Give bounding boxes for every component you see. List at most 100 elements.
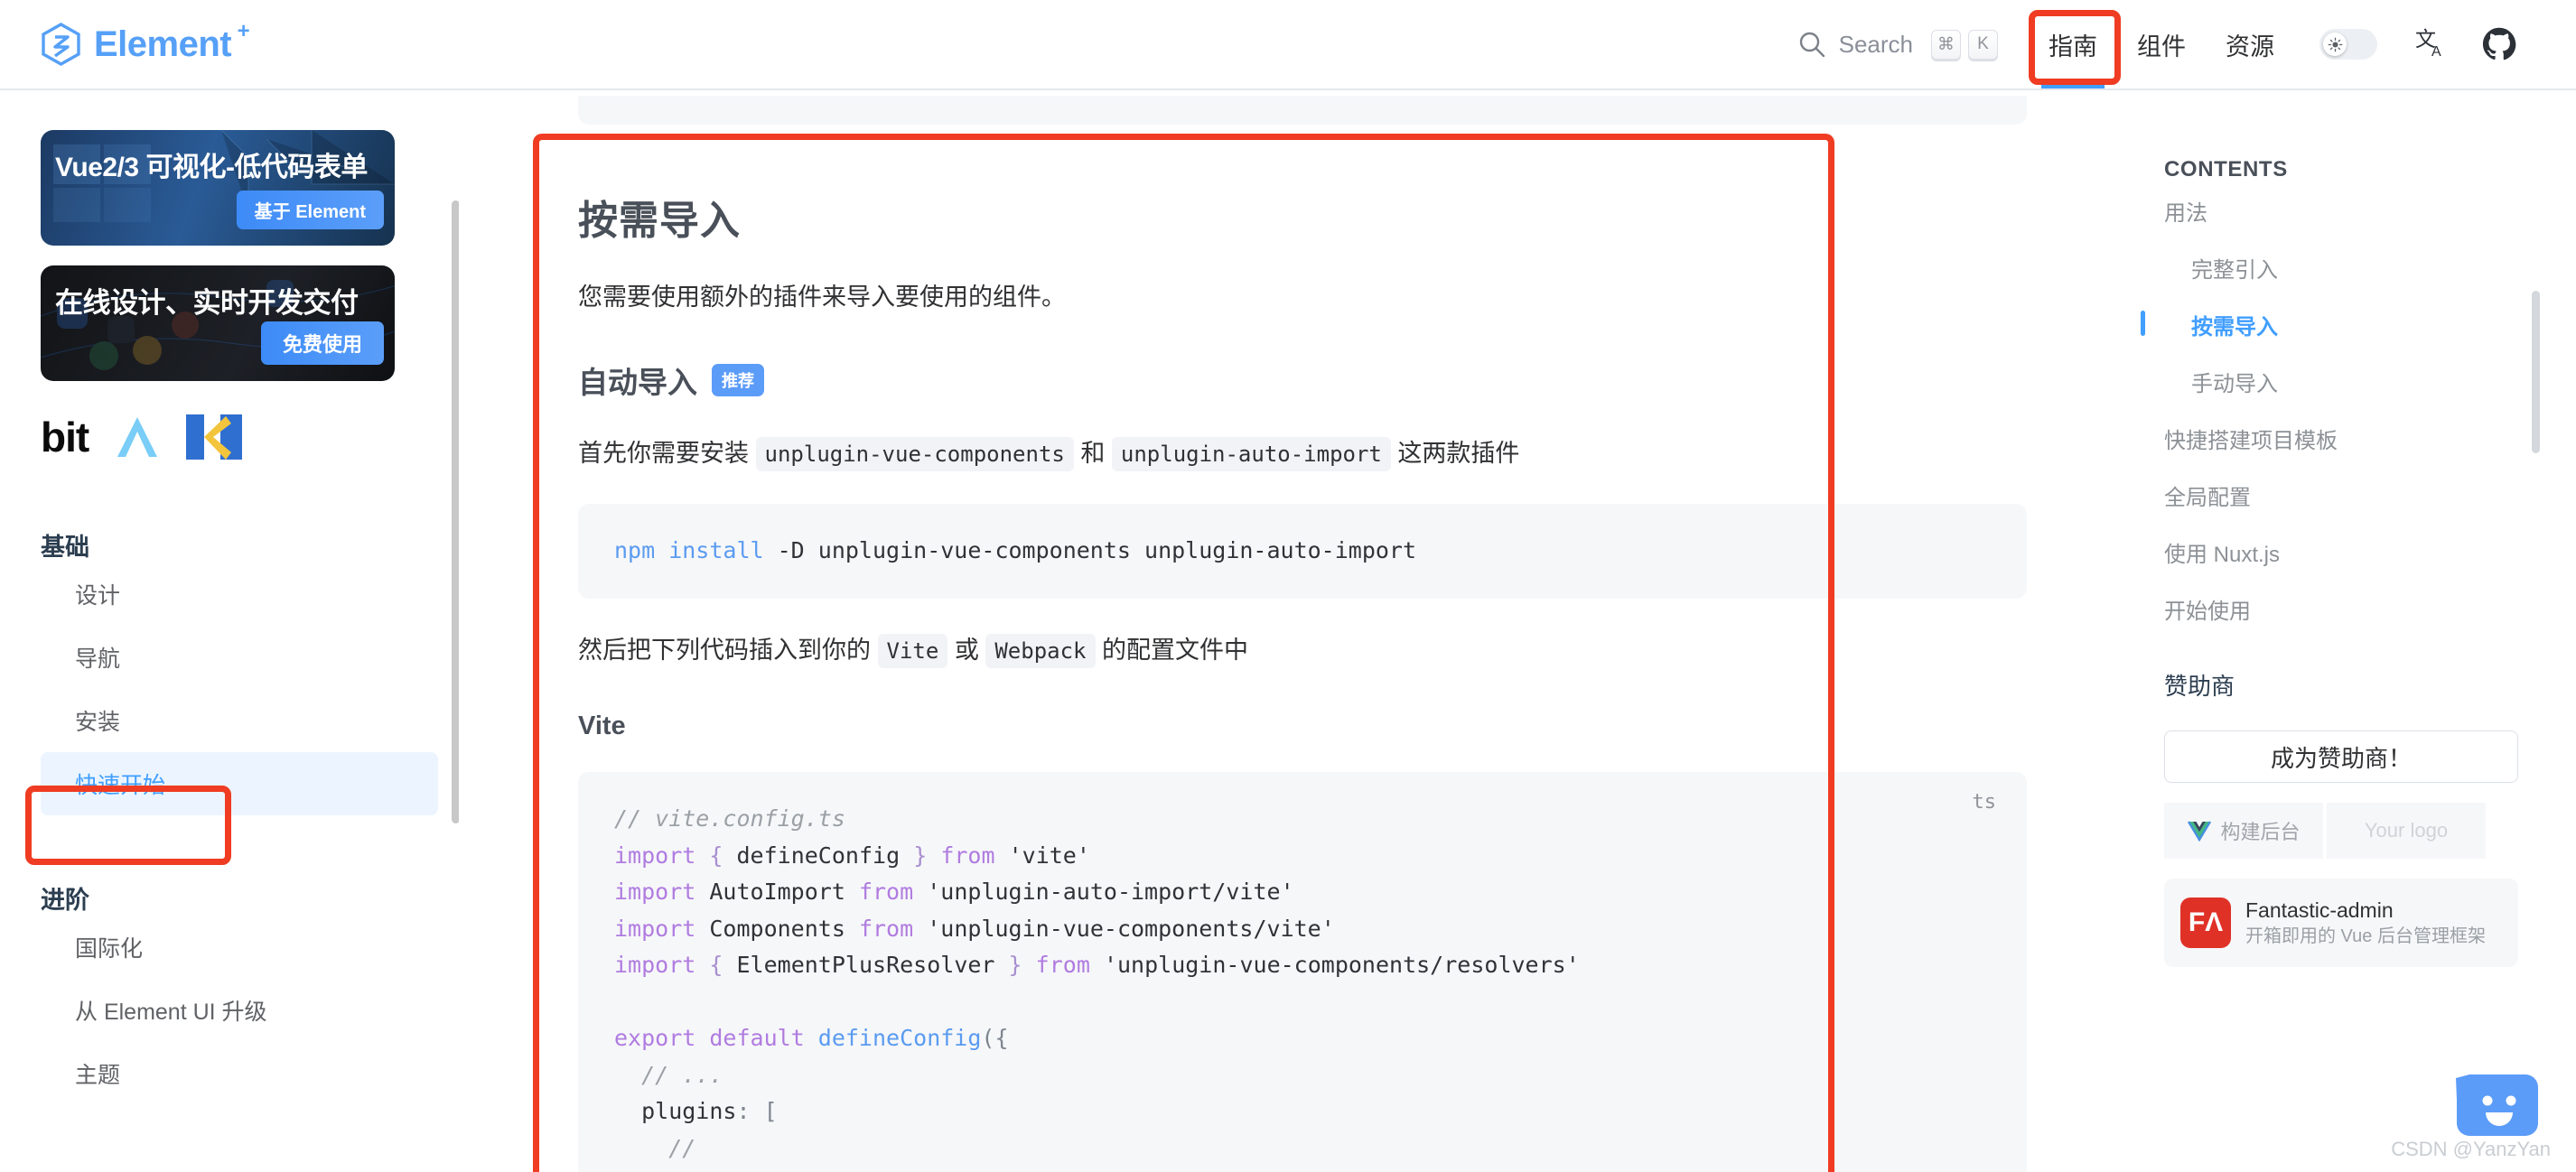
brand-plus: + — [237, 19, 250, 43]
toc-item-nuxtjs[interactable]: 使用 Nuxt.js — [2164, 524, 2576, 581]
code-kw-import-3: import — [614, 915, 696, 942]
recommended-badge: 推荐 — [712, 364, 764, 397]
ad-1-title: Vue2/3 可视化-低代码表单 — [55, 153, 368, 182]
sidebar-ad-1[interactable]: Vue2/3 可视化-低代码表单 基于 Element — [41, 130, 395, 246]
header-right-group: Search ⌘ K 指南 组件 资源 文 A — [1797, 0, 2576, 88]
code-comment-ellipsis: // ... — [614, 1061, 723, 1088]
ad-2-button[interactable]: 免费使用 — [260, 321, 384, 365]
kbd-k: K — [1968, 29, 1998, 60]
config-mid-text: 或 — [954, 636, 979, 664]
sidebar-item-installation[interactable]: 安装 — [41, 689, 438, 752]
code-kw-import-1: import — [614, 842, 696, 869]
inline-code-vite: Vite — [877, 633, 948, 668]
language-switch-button[interactable]: 文 A — [2397, 26, 2466, 62]
code-brace-open-2: { — [709, 952, 723, 979]
inline-code-unplugin-vue-components: unplugin-vue-components — [755, 437, 1074, 472]
sidebar-item-upgrade[interactable]: 从 Element UI 升级 — [41, 979, 438, 1042]
code-kw-export-default: export default — [614, 1025, 805, 1052]
sidebar-item-quickstart[interactable]: 快速开始 — [41, 752, 438, 815]
sidebar-item-navigation[interactable]: 导航 — [41, 626, 438, 689]
ad-2-title: 在线设计、实时开发交付 — [55, 287, 359, 319]
sidebar-item-design[interactable]: 设计 — [41, 563, 438, 626]
sidebar-group-title-advanced: 进阶 — [41, 887, 89, 914]
theme-toggle-switch[interactable] — [2319, 29, 2377, 60]
intro-paragraph: 您需要使用额外的插件来导入要使用的组件。 — [578, 284, 1066, 311]
vite-config-code-block[interactable]: ts // vite.config.ts import { defineConfi… — [578, 772, 2027, 1172]
inline-code-webpack: Webpack — [985, 633, 1096, 668]
translate-icon: 文 A — [2415, 28, 2441, 60]
sidebar-item-theme[interactable]: 主题 — [41, 1042, 438, 1105]
ad-1-button[interactable]: 基于 Element — [236, 191, 384, 229]
search-button[interactable]: Search ⌘ K — [1797, 29, 1998, 60]
code-brace-close-2: } — [1008, 952, 1022, 979]
code-punct-open: ({ — [981, 1025, 1009, 1052]
sponsor-cell-vue-admin[interactable]: 构建后台 — [2164, 803, 2323, 859]
brand-logo-link[interactable]: Element + — [41, 19, 250, 66]
github-link-button[interactable] — [2466, 27, 2533, 61]
code-brace-open-1: { — [709, 842, 723, 869]
install-post-text: 这两款插件 — [1397, 440, 1520, 468]
csdn-watermark: CSDN @YanzYan — [2391, 1138, 2551, 1160]
section-heading-auto-import: 自动导入 推荐 — [578, 358, 2027, 402]
sponsor-card-description: 开箱即用的 Vue 后台管理框架 — [2245, 926, 2486, 946]
vue-logo-icon — [2188, 821, 2212, 842]
chat-widget-button[interactable] — [2453, 1071, 2542, 1143]
code-kw-from-2: from — [858, 879, 914, 906]
sidebar-group-title-basics: 基础 — [41, 534, 89, 561]
sponsor-section-title: 赞助商 — [2164, 673, 2235, 700]
brand-name: Element + — [94, 19, 250, 64]
shell-code-block[interactable]: npm install -D unplugin-vue-components u… — [578, 504, 2027, 599]
sponsor-cell-label-1: 构建后台 — [2220, 821, 2301, 843]
install-instruction-paragraph: 首先你需要安装 unplugin-vue-components 和 unplug… — [578, 434, 2027, 473]
toc-item-global-config[interactable]: 全局配置 — [2164, 467, 2576, 524]
toc-item-full-import[interactable]: 完整引入 — [2164, 239, 2576, 296]
nav-link-components[interactable]: 组件 — [2117, 0, 2206, 88]
code-brace-close-1: } — [913, 842, 928, 869]
k-logo-icon[interactable] — [186, 414, 243, 460]
toc-item-get-started[interactable]: 开始使用 — [2164, 581, 2576, 637]
kbd-command: ⌘ — [1931, 29, 1961, 60]
code-kw-from-3: from — [858, 915, 914, 942]
code-comment-filename: // vite.config.ts — [614, 805, 845, 832]
code-language-tag: ts — [1972, 791, 1997, 814]
bit-logo[interactable]: bit — [41, 413, 89, 461]
become-sponsor-button[interactable]: 成为赞助商！ — [2164, 730, 2518, 783]
code-str-auto-import-vite: 'unplugin-auto-import/vite' — [927, 879, 1294, 906]
toc-item-manual-import[interactable]: 手动导入 — [2164, 353, 2576, 410]
shell-command-keyword: npm install — [614, 537, 764, 564]
right-toc-panel: CONTENTS 用法 完整引入 按需导入 手动导入 快捷搭建项目模板 全局配置… — [2121, 90, 2576, 1172]
config-pre-text: 然后把下列代码插入到你的 — [578, 636, 871, 664]
page-title: 按需导入 — [578, 199, 741, 243]
subsection-heading-vite: Vite — [578, 712, 626, 741]
toc-item-project-template[interactable]: 快捷搭建项目模板 — [2164, 410, 2576, 467]
code-fn-defineconfig: defineConfig — [817, 1025, 982, 1052]
toc-title: CONTENTS — [2164, 157, 2288, 181]
github-icon — [2482, 27, 2516, 60]
search-icon — [1799, 32, 1825, 58]
ren-logo-icon[interactable] — [110, 415, 164, 459]
doc-content: 按需导入 您需要使用额外的插件来导入要使用的组件。 自动导入 推荐 首先你需要安… — [578, 188, 2027, 1172]
sponsor-card-fantastic-admin[interactable]: FΛ Fantastic-admin 开箱即用的 Vue 后台管理框架 — [2164, 879, 2518, 967]
left-sidebar: Vue2/3 可视化-低代码表单 基于 Element 在线设计、实时开发交付 … — [0, 90, 459, 1172]
sidebar-item-i18n[interactable]: 国际化 — [41, 916, 438, 979]
code-kw-from-4: from — [1035, 952, 1090, 979]
site-header: Element + Search ⌘ K 指南 组件 资源 文 A — [0, 0, 2576, 90]
toc-item-usage[interactable]: 用法 — [2164, 182, 2576, 239]
code-comment-trailing: // — [614, 1134, 696, 1161]
sponsor-cell-your-logo[interactable]: Your logo — [2327, 803, 2486, 859]
nav-link-resources[interactable]: 资源 — [2206, 0, 2294, 88]
toc-item-on-demand-import[interactable]: 按需导入 — [2141, 296, 2576, 353]
nav-link-guide[interactable]: 指南 — [2029, 0, 2117, 88]
theme-toggle-knob — [2323, 33, 2347, 56]
toc-scrollbar[interactable] — [2532, 291, 2540, 453]
sponsor-card-text: Fantastic-admin 开箱即用的 Vue 后台管理框架 — [2245, 898, 2486, 948]
config-instruction-paragraph: 然后把下列代码插入到你的 Vite 或 Webpack 的配置文件中 — [578, 631, 2027, 670]
chat-smiley-icon — [2456, 1074, 2538, 1136]
code-id-autoimport: AutoImport — [709, 879, 845, 906]
sponsor-cell-label-2: Your logo — [2364, 819, 2449, 842]
sidebar-ad-2[interactable]: 在线设计、实时开发交付 免费使用 — [41, 265, 395, 381]
main-content-area: 按需导入 您需要使用额外的插件来导入要使用的组件。 自动导入 推荐 首先你需要安… — [459, 90, 2121, 1172]
code-punct-array-open: : [ — [736, 1098, 778, 1125]
svg-text:A: A — [2431, 44, 2441, 60]
inline-code-unplugin-auto-import: unplugin-auto-import — [1111, 437, 1391, 472]
